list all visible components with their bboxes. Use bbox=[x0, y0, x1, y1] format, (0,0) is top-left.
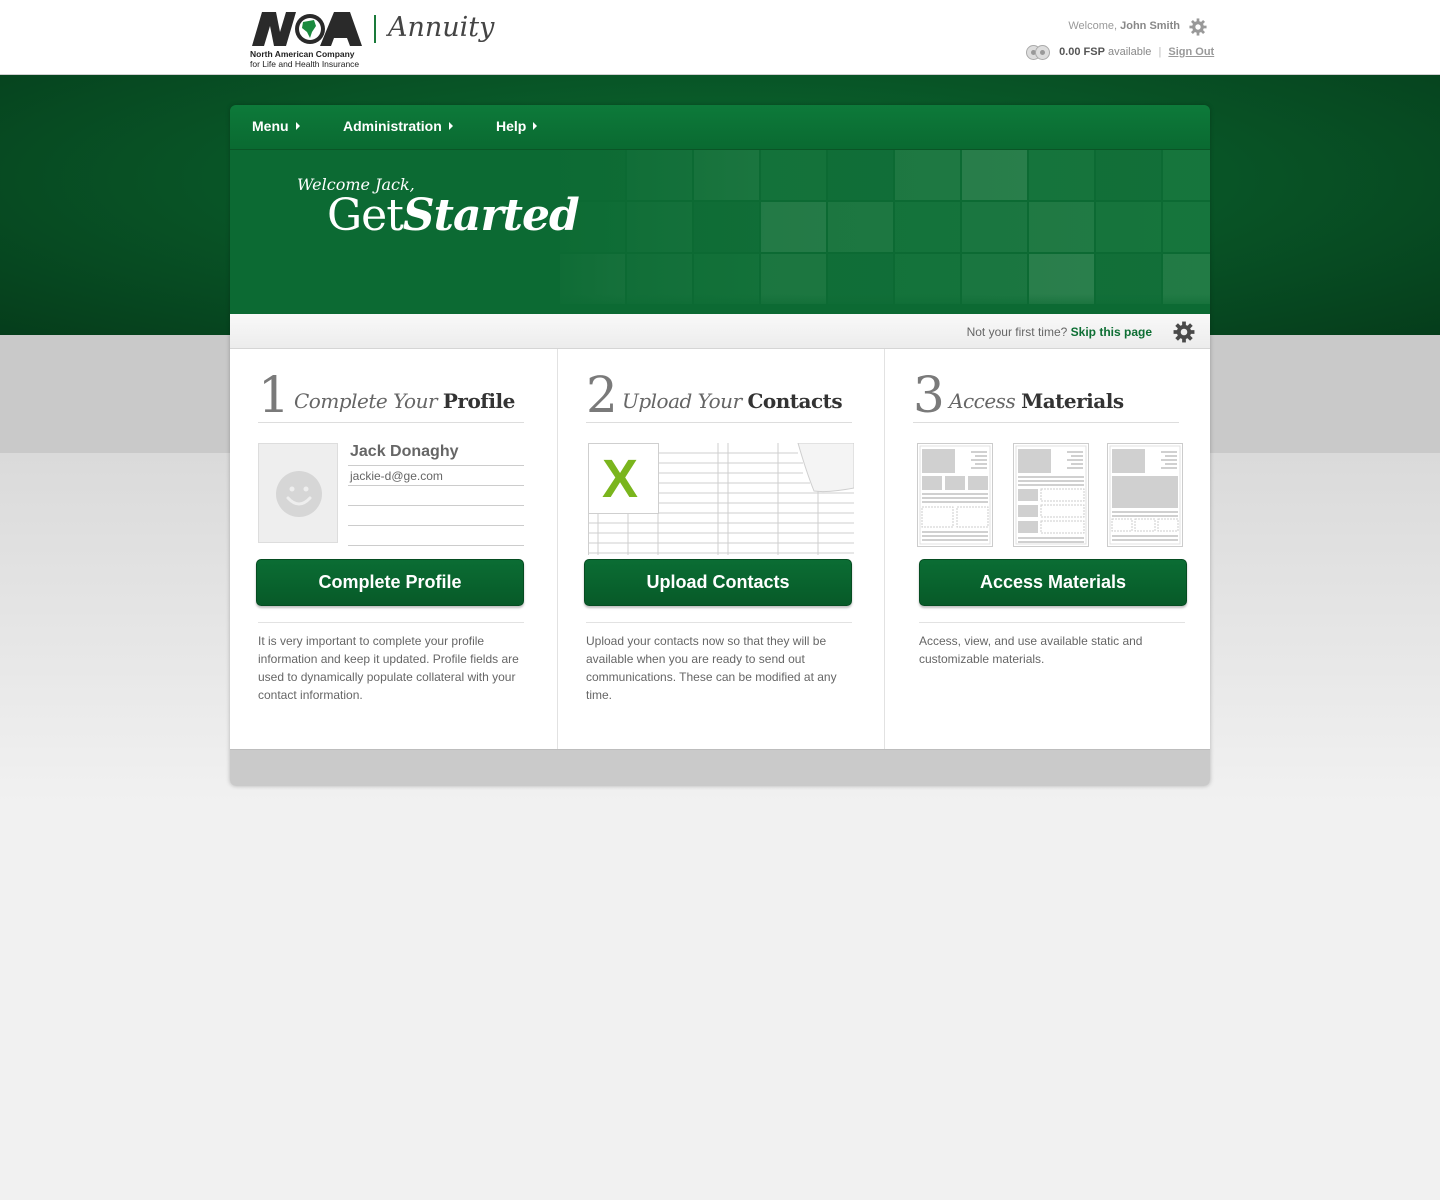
step-contacts: 2 Upload Your Contacts X Upload Contacts… bbox=[557, 349, 884, 749]
first-time-question: Not your first time? bbox=[966, 325, 1068, 339]
step-number: 1 bbox=[258, 366, 290, 424]
top-header: North American Company for Life and Heal… bbox=[0, 0, 1440, 75]
coins-icon bbox=[1026, 44, 1052, 60]
gear-icon[interactable] bbox=[1173, 321, 1195, 343]
company-logo[interactable]: North American Company for Life and Heal… bbox=[250, 10, 370, 69]
skip-bar: Not your first time? Skip this page bbox=[230, 314, 1210, 349]
nav-administration[interactable]: Administration bbox=[343, 118, 453, 134]
logo-mark-icon bbox=[252, 12, 362, 46]
step-profile: 1 Complete Your Profile Jack Donaghy jac… bbox=[230, 349, 557, 749]
excel-x-glyph: X bbox=[602, 449, 639, 509]
logo-divider bbox=[374, 15, 376, 43]
nav-menu[interactable]: Menu bbox=[252, 118, 300, 134]
profile-name: Jack Donaghy bbox=[350, 443, 459, 460]
step-heading: 2 Upload Your Contacts bbox=[586, 367, 852, 423]
materials-thumbnails-icon bbox=[917, 443, 1183, 547]
profile-field-line bbox=[348, 545, 524, 549]
user-name: John Smith bbox=[1120, 20, 1180, 32]
skip-page-link[interactable]: Skip this page bbox=[1071, 325, 1152, 339]
smiley-avatar-icon bbox=[276, 471, 322, 517]
nav-help[interactable]: Help bbox=[496, 118, 538, 134]
fsp-suffix: available bbox=[1107, 45, 1152, 58]
caret-right-icon bbox=[448, 122, 453, 130]
profile-field-line bbox=[348, 505, 524, 525]
fsp-balance: 0.00 FSP available | Sign Out bbox=[1026, 44, 1214, 60]
step-number: 2 bbox=[586, 366, 618, 424]
steps-area: 1 Complete Your Profile Jack Donaghy jac… bbox=[230, 349, 1210, 749]
step-title: Upload Your Contacts bbox=[622, 389, 843, 413]
nav-menu-label: Menu bbox=[252, 118, 289, 134]
profile-email: jackie-d@ge.com bbox=[348, 465, 524, 485]
hero-title: GetStarted bbox=[327, 190, 580, 241]
step-heading: 3 Access Materials bbox=[913, 367, 1179, 423]
logo-company-name: North American Company bbox=[250, 49, 355, 59]
caret-right-icon bbox=[295, 122, 300, 130]
fsp-amount: 0.00 FSP bbox=[1059, 45, 1105, 58]
profile-field-line bbox=[348, 485, 524, 505]
step-description: Access, view, and use available static a… bbox=[919, 634, 1143, 666]
welcome-prefix: Welcome, bbox=[1068, 20, 1118, 32]
complete-profile-button[interactable]: Complete Profile bbox=[256, 559, 524, 606]
step-description: It is very important to complete your pr… bbox=[258, 634, 519, 702]
caret-right-icon bbox=[533, 122, 538, 130]
profile-field-line bbox=[348, 525, 524, 545]
logo-company-tagline: for Life and Health Insurance bbox=[250, 59, 360, 69]
header-separator: | bbox=[1158, 45, 1162, 58]
step-heading: 1 Complete Your Profile bbox=[258, 367, 524, 423]
hero-banner: Welcome Jack, GetStarted bbox=[230, 150, 1210, 314]
step-materials: 3 Access Materials Access Materials Acce… bbox=[884, 349, 1210, 749]
get-started-panel: Menu Administration Help Welcome Jack, G… bbox=[230, 105, 1210, 786]
profile-fields: jackie-d@ge.com bbox=[348, 465, 524, 549]
welcome-user: Welcome, John Smith bbox=[1068, 20, 1180, 32]
panel-footer bbox=[230, 749, 1210, 786]
account-settings-gear-icon[interactable] bbox=[1189, 18, 1207, 36]
step-number: 3 bbox=[913, 366, 945, 424]
main-nav: Menu Administration Help bbox=[230, 105, 1210, 150]
avatar bbox=[258, 443, 338, 543]
nav-administration-label: Administration bbox=[343, 118, 442, 134]
sign-out-link[interactable]: Sign Out bbox=[1168, 46, 1214, 58]
step-title: Access Materials bbox=[949, 389, 1124, 413]
upload-contacts-button[interactable]: Upload Contacts bbox=[584, 559, 852, 606]
first-time-prompt: Not your first time? Skip this page bbox=[967, 325, 1152, 339]
step-title: Complete Your Profile bbox=[294, 389, 515, 413]
hero-title-started: Started bbox=[402, 190, 580, 241]
hero-title-get: Get bbox=[327, 190, 404, 241]
nav-help-label: Help bbox=[496, 118, 527, 134]
step-description: Upload your contacts now so that they wi… bbox=[586, 634, 837, 702]
product-name: Annuity bbox=[388, 12, 495, 43]
access-materials-button[interactable]: Access Materials bbox=[919, 559, 1187, 606]
